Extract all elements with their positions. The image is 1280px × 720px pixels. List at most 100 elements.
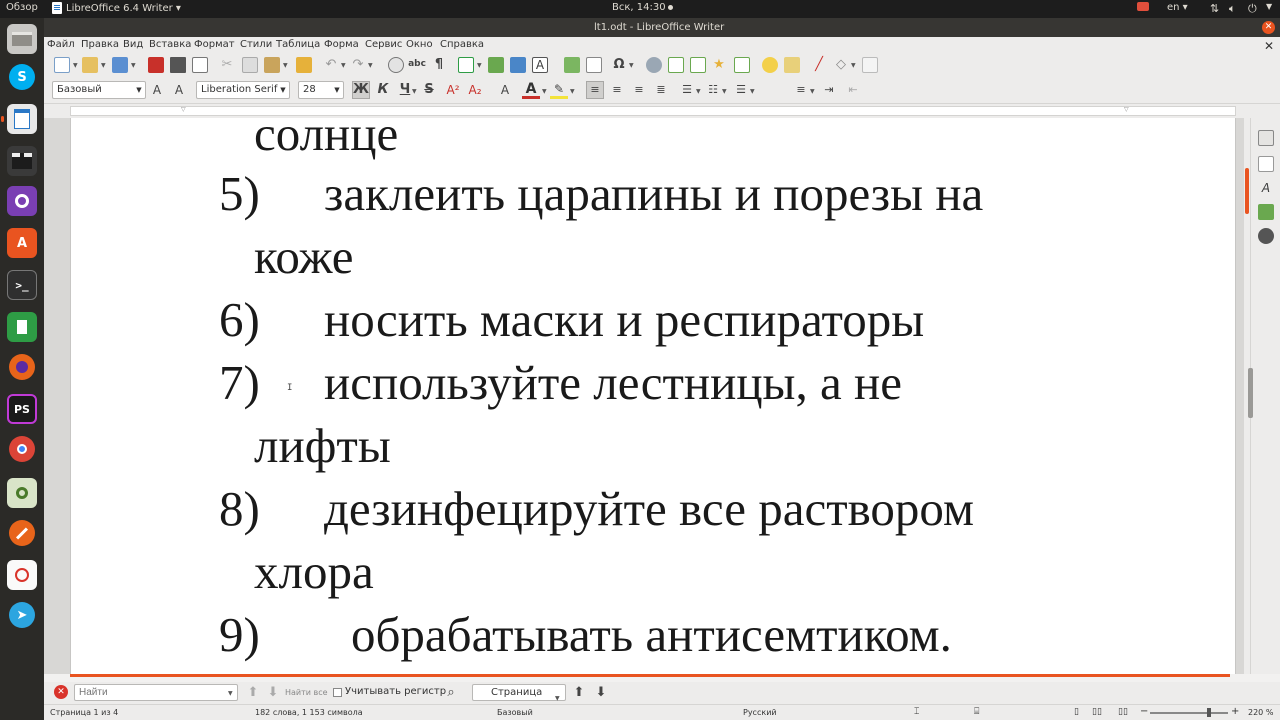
align-left-button[interactable]: ≡	[586, 81, 604, 99]
font-name-dropdown-icon[interactable]: ▼	[277, 82, 289, 98]
new-style-icon[interactable]: A	[170, 82, 188, 98]
multi-page-view-icon[interactable]: ▯▯	[1092, 707, 1102, 717]
insert-line-icon[interactable]: ╱	[810, 57, 828, 73]
chrome-icon[interactable]	[9, 436, 35, 462]
insert-textbox-icon[interactable]: A	[532, 57, 548, 73]
menu-file[interactable]: Файл	[47, 39, 75, 50]
justify-button[interactable]: ≣	[652, 82, 670, 98]
undo-dropdown-icon[interactable]: ▼	[341, 62, 346, 69]
activities-button[interactable]: Обзор	[6, 2, 38, 13]
zoom-in-icon[interactable]: +	[1231, 706, 1239, 717]
page-icon[interactable]	[1258, 156, 1274, 172]
italic-button[interactable]: К	[374, 82, 392, 98]
bullet-list-icon[interactable]: ☰	[678, 82, 696, 98]
paragraph-style-dropdown-icon[interactable]: ▼	[133, 82, 145, 98]
single-page-view-icon[interactable]: ▯	[1074, 707, 1079, 717]
navigate-next-icon[interactable]: ⬇	[592, 685, 610, 701]
zoom-level-status[interactable]: 220 %	[1248, 708, 1273, 717]
find-input[interactable]	[74, 684, 238, 701]
highlight-dropdown-icon[interactable]: ▼	[570, 88, 575, 95]
libreoffice-writer-icon[interactable]	[7, 104, 37, 134]
language-status[interactable]: Русский	[743, 708, 777, 717]
redo-icon[interactable]: ↷	[349, 57, 367, 73]
redo-dropdown-icon[interactable]: ▼	[368, 62, 373, 69]
clear-formatting-icon[interactable]: A	[496, 82, 514, 98]
new-dropdown-icon[interactable]: ▼	[73, 62, 78, 69]
screen-record-icon[interactable]	[1137, 2, 1149, 11]
find-previous-icon[interactable]: ⬆	[244, 685, 262, 701]
document-close-icon[interactable]: ✕	[1264, 39, 1274, 53]
font-color-icon[interactable]: A	[522, 81, 540, 99]
insert-footnote-icon[interactable]	[668, 57, 684, 73]
special-character-icon[interactable]: Ω	[610, 57, 628, 73]
open-dropdown-icon[interactable]: ▼	[101, 62, 106, 69]
shapes-dropdown-icon[interactable]: ▼	[851, 62, 856, 69]
insert-cross-reference-icon[interactable]	[734, 57, 750, 73]
power-icon[interactable]: ⏻	[1248, 2, 1257, 16]
superscript-icon[interactable]: A²	[444, 82, 462, 98]
close-find-toolbar-icon[interactable]: ✕	[54, 685, 68, 699]
files-manager-icon[interactable]	[7, 24, 37, 54]
menu-format[interactable]: Формат	[194, 39, 235, 50]
menu-table[interactable]: Таблица	[276, 39, 320, 50]
basic-shapes-icon[interactable]: ◇	[832, 57, 850, 73]
cut-icon[interactable]: ✂	[218, 57, 236, 73]
screenshot-tool-icon[interactable]	[7, 186, 37, 216]
clone-formatting-icon[interactable]	[296, 57, 312, 73]
match-case-checkbox[interactable]	[333, 688, 342, 697]
spelling-icon[interactable]: abc	[408, 56, 426, 72]
menu-insert[interactable]: Вставка	[149, 39, 191, 50]
skype-icon[interactable]: S	[9, 64, 35, 90]
clock[interactable]: Вск, 14:30	[612, 2, 673, 13]
navigate-previous-icon[interactable]: ⬆	[570, 685, 588, 701]
menu-edit[interactable]: Правка	[81, 39, 119, 50]
outline-dropdown-icon[interactable]: ▼	[750, 88, 755, 95]
zoom-slider-knob[interactable]	[1207, 708, 1211, 717]
sidebar-collapse-handle[interactable]	[1248, 368, 1253, 418]
numbered-list-icon[interactable]: ☷	[704, 82, 722, 98]
insert-table-icon[interactable]	[458, 57, 474, 73]
insert-bookmark-icon[interactable]: ★	[710, 57, 728, 73]
page-style-status[interactable]: Базовый	[497, 708, 533, 717]
menu-help[interactable]: Справка	[440, 39, 484, 50]
find-replace-dialog-icon[interactable]: ⌕	[442, 685, 460, 701]
copy-icon[interactable]	[242, 57, 258, 73]
insert-endnote-icon[interactable]	[690, 57, 706, 73]
keyboard-layout-menu[interactable]: en ▾	[1167, 2, 1188, 13]
find-replace-icon[interactable]	[388, 57, 404, 73]
navigator-icon[interactable]	[1258, 228, 1274, 244]
bold-button[interactable]: Ж	[352, 81, 370, 99]
print-preview-icon[interactable]	[192, 57, 208, 73]
menu-form[interactable]: Форма	[324, 39, 359, 50]
font-size-dropdown-icon[interactable]: ▼	[331, 82, 343, 98]
insert-mode-icon[interactable]: ⌶	[914, 707, 919, 717]
volume-icon[interactable]: 🔈︎	[1229, 2, 1236, 16]
paste-dropdown-icon[interactable]: ▼	[283, 62, 288, 69]
phpstorm-icon[interactable]: PS	[7, 394, 37, 424]
document-viewer-icon[interactable]	[7, 478, 37, 508]
network-icon[interactable]: ⇅	[1210, 2, 1219, 15]
line-spacing-icon[interactable]: ≡	[792, 82, 810, 98]
highlight-color-icon[interactable]: ✎	[550, 81, 568, 99]
menu-styles[interactable]: Стили	[240, 39, 272, 50]
insert-comment-icon[interactable]	[762, 57, 778, 73]
navigate-by-combo[interactable]: Страница ▼	[472, 684, 566, 702]
telegram-icon[interactable]: ➤	[9, 602, 35, 628]
insert-image-icon[interactable]	[488, 57, 504, 73]
insert-hyperlink-icon[interactable]	[646, 57, 662, 73]
zoom-slider[interactable]	[1150, 712, 1228, 714]
line-spacing-dropdown-icon[interactable]: ▼	[810, 88, 815, 95]
paste-icon[interactable]	[264, 57, 280, 73]
menu-window[interactable]: Окно	[406, 39, 433, 50]
insert-chart-icon[interactable]	[510, 57, 526, 73]
menu-view[interactable]: Вид	[123, 39, 143, 50]
outline-icon[interactable]: ☰	[732, 82, 750, 98]
page-count-status[interactable]: Страница 1 из 4	[50, 708, 118, 717]
document-canvas[interactable]: солнце 5) заклеить царапины и порезы на …	[44, 118, 1244, 674]
find-next-icon[interactable]: ⬇	[264, 685, 282, 701]
window-titlebar[interactable]: lt1.odt - LibreOffice Writer ✕	[44, 18, 1280, 37]
app-menu[interactable]: LibreOffice 6.4 Writer ▾	[52, 2, 181, 14]
properties-icon[interactable]	[1258, 130, 1274, 146]
save-dropdown-icon[interactable]: ▼	[131, 62, 136, 69]
window-close-icon[interactable]: ✕	[1262, 21, 1275, 34]
